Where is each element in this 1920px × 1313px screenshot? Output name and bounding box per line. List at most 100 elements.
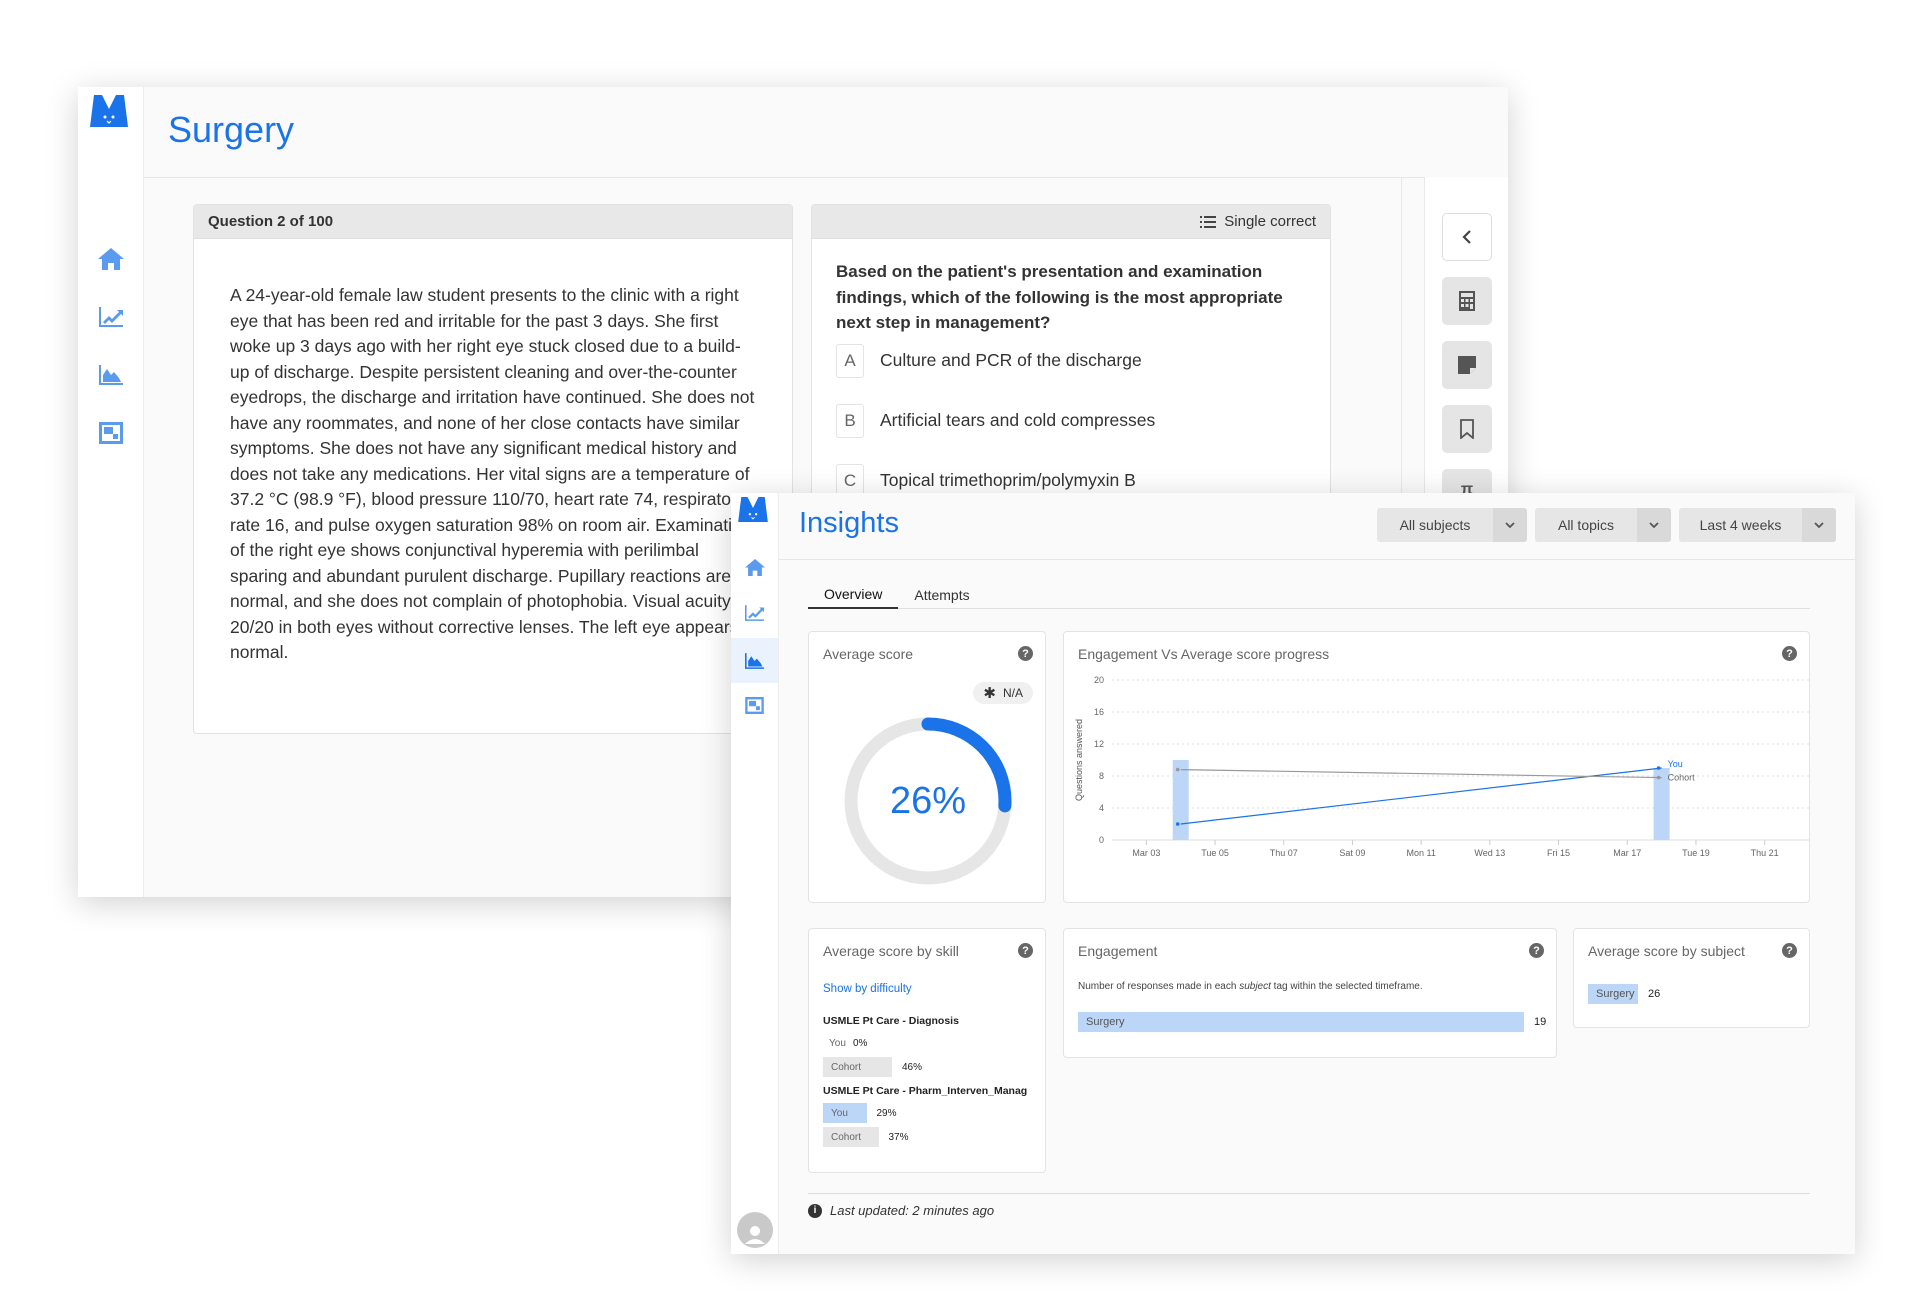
card-title: Engagement Vs Average score progress xyxy=(1078,646,1330,662)
card-title: Engagement xyxy=(1078,943,1158,959)
x-tick-label: Thu 21 xyxy=(1751,848,1779,858)
notes-icon xyxy=(1458,356,1476,374)
bar-value: 26 xyxy=(1648,988,1661,1000)
timeframe-filter[interactable]: Last 4 weeks xyxy=(1679,508,1836,542)
y-tick-label: 20 xyxy=(1094,675,1104,685)
engagement-bar: Surgery xyxy=(1078,1012,1524,1032)
option-text: Culture and PCR of the discharge xyxy=(880,350,1142,370)
tab-overview[interactable]: Overview xyxy=(808,581,899,609)
data-point xyxy=(1175,822,1180,826)
skill-card: Average score by skill ? Show by difficu… xyxy=(808,928,1046,1173)
calculator-icon xyxy=(1459,291,1475,311)
card-title: Average score xyxy=(823,646,914,662)
description-emphasis: subject xyxy=(1239,981,1271,992)
insights-chart-icon[interactable] xyxy=(731,638,778,683)
engagement-progress-card: Engagement Vs Average score progress ? Q… xyxy=(1063,631,1810,903)
subject-filter-label: All subjects xyxy=(1399,517,1471,533)
bank-icon[interactable] xyxy=(731,686,778,724)
skill-list: USMLE Pt Care - Diagnosis You 0% Cohort 46% U… xyxy=(823,1015,1035,1155)
page-title: Insights xyxy=(799,507,899,539)
option-text: Artificial tears and cold compresses xyxy=(880,410,1156,430)
subject-card: Average score by subject ? Surgery 26 xyxy=(1573,928,1810,1028)
answer-card-header: Single correct xyxy=(812,205,1330,239)
data-point xyxy=(1656,775,1661,780)
bar-value: 19 xyxy=(1534,1016,1547,1028)
logo xyxy=(90,95,128,136)
last-updated-text: Last updated: 2 minutes ago xyxy=(830,1203,995,1218)
skill-item: USMLE Pt Care - Pharm_Interven_Manag You 2… xyxy=(823,1085,1035,1147)
card-title: Average score by skill xyxy=(823,943,959,959)
option-a[interactable]: A Culture and PCR of the discharge xyxy=(836,343,1306,378)
engagement-card: Engagement ? Number of responses made in… xyxy=(1063,928,1557,1058)
question-card: Question 2 of 100 A 24-year-old female l… xyxy=(193,204,793,734)
help-icon[interactable]: ? xyxy=(1018,646,1033,661)
chevron-left-icon xyxy=(1462,230,1471,244)
skill-you-bar: You xyxy=(829,1037,846,1049)
x-tick-label: Thu 07 xyxy=(1270,848,1298,858)
tab-attempts[interactable]: Attempts xyxy=(898,581,985,609)
help-icon[interactable]: ? xyxy=(1018,943,1033,958)
na-badge-label: N/A xyxy=(1002,686,1023,700)
chevron-down-icon xyxy=(1637,508,1671,542)
insights-chart-icon[interactable] xyxy=(78,355,143,395)
y-tick-label: 4 xyxy=(1099,803,1104,813)
bookmark-button[interactable] xyxy=(1442,405,1492,453)
x-tick-label: Mon 11 xyxy=(1406,848,1435,858)
subject-filter[interactable]: All subjects xyxy=(1377,508,1527,542)
x-tick-label: Tue 05 xyxy=(1201,848,1229,858)
avatar[interactable] xyxy=(737,1212,773,1248)
x-tick-label: Tue 19 xyxy=(1682,848,1710,858)
engagement-chart: Questions answered 0 4 8 12 16 20 Mar 03 Tue 05 T… xyxy=(1074,675,1809,858)
help-icon[interactable]: ? xyxy=(1782,943,1797,958)
home-icon[interactable] xyxy=(78,239,143,279)
skill-cohort-value: 46% xyxy=(902,1061,923,1073)
progress-chart-icon[interactable] xyxy=(78,297,143,337)
insights-window: Insights All subjects All topics Last 4 … xyxy=(731,493,1855,1254)
option-text: Topical trimethoprim/polymyxin B xyxy=(880,470,1136,490)
help-icon[interactable]: ? xyxy=(1782,646,1797,661)
bank-icon[interactable] xyxy=(78,413,143,453)
notes-button[interactable] xyxy=(1442,341,1492,389)
question-prompt: Based on the patient's presentation and … xyxy=(836,262,1283,332)
skill-you-row: You 29% xyxy=(823,1103,1035,1123)
timeframe-filter-label: Last 4 weeks xyxy=(1699,517,1782,533)
user-icon xyxy=(745,1226,765,1244)
description-text: tag within the selected timeframe. xyxy=(1270,981,1423,992)
calculator-button[interactable] xyxy=(1442,277,1492,325)
option-letter: A xyxy=(836,343,864,378)
engagement-description: Number of responses made in each subject… xyxy=(1078,981,1423,992)
question-stem: A 24-year-old female law student present… xyxy=(230,285,755,662)
asterisk-icon: ✱ xyxy=(983,685,996,702)
skill-you-value: 0% xyxy=(853,1037,868,1049)
x-tick-label: Wed 13 xyxy=(1474,848,1505,858)
last-updated: i Last updated: 2 minutes ago xyxy=(808,1203,994,1218)
topic-filter-label: All topics xyxy=(1557,517,1615,533)
y-tick-label: 0 xyxy=(1099,835,1104,845)
sidebar xyxy=(78,87,144,897)
tab-bar: Overview Attempts xyxy=(808,581,1810,609)
chevron-down-icon xyxy=(1493,508,1527,542)
x-tick-label: Sat 09 xyxy=(1339,848,1365,858)
option-letter: B xyxy=(836,403,864,438)
engagement-bar xyxy=(1172,760,1189,840)
x-tick-label: Mar 17 xyxy=(1613,848,1641,858)
help-icon[interactable]: ? xyxy=(1529,943,1544,958)
topic-filter[interactable]: All topics xyxy=(1535,508,1671,542)
description-text: Number of responses made in each xyxy=(1078,981,1240,992)
skill-name: USMLE Pt Care - Diagnosis xyxy=(823,1015,959,1027)
skill-name: USMLE Pt Care - Pharm_Interven_Manag xyxy=(823,1085,1028,1097)
collapse-button[interactable] xyxy=(1442,213,1492,261)
bookmark-icon xyxy=(1460,419,1474,439)
skill-cohort-row: Cohort 46% xyxy=(823,1057,1035,1077)
x-tick-label: Fri 15 xyxy=(1547,848,1570,858)
question-type: Single correct xyxy=(1224,213,1316,230)
list-icon xyxy=(1200,215,1217,228)
y-axis-label: Questions answered xyxy=(1074,719,1084,801)
average-score-card: Average score ? ✱ N/A 26% xyxy=(808,631,1046,903)
progress-chart-icon[interactable] xyxy=(731,594,778,632)
question-counter: Question 2 of 100 xyxy=(194,205,792,239)
option-b[interactable]: B Artificial tears and cold compresses xyxy=(836,403,1306,438)
show-by-difficulty-link[interactable]: Show by difficulty xyxy=(823,983,912,995)
chevron-down-icon xyxy=(1802,508,1836,542)
home-icon[interactable] xyxy=(731,548,778,586)
